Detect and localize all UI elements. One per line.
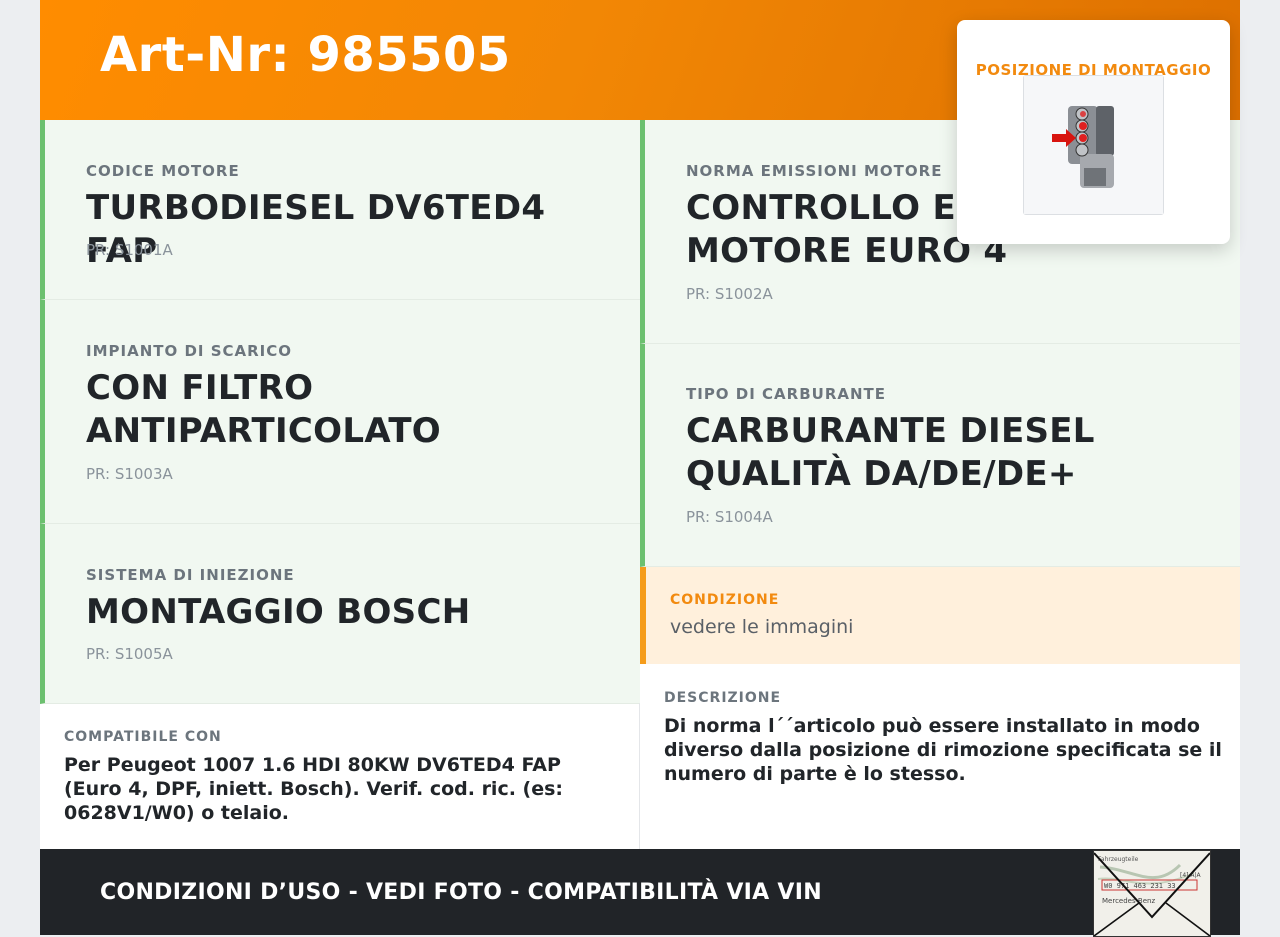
spec-value: TURBODIESEL DV6TED4 FAP	[86, 188, 546, 271]
spec-label: SISTEMA DI INIEZIONE	[86, 566, 295, 584]
spec-engine-code: CODICE MOTORE TURBODIESEL DV6TED4 FAP PR…	[40, 120, 640, 300]
spec-injection: SISTEMA DI INIEZIONE MONTAGGIO BOSCH PR:…	[40, 524, 640, 704]
description-text: Di norma l´´articolo può essere installa…	[664, 715, 1222, 785]
spec-pr-code: PR: S1002A	[686, 285, 773, 303]
section-divider	[639, 703, 640, 849]
spec-pr-code: PR: S1005A	[86, 645, 173, 663]
spec-exhaust: IMPIANTO DI SCARICO CON FILTRO ANTIPARTI…	[40, 300, 640, 524]
spec-value: CON FILTRO ANTIPARTICOLATO	[86, 368, 442, 451]
article-number: Art-Nr: 985505	[100, 27, 511, 83]
spec-pr-code: PR: S1001A	[86, 241, 173, 259]
footer-bar: CONDIZIONI D’USO - VEDI FOTO - COMPATIBI…	[40, 849, 1240, 937]
condition-value: vedere le immagini	[670, 616, 854, 638]
product-sheet: Art-Nr: 985505 CODICE MOTORE TURBODIESEL…	[40, 0, 1240, 937]
footer-text: CONDIZIONI D’USO - VEDI FOTO - COMPATIBI…	[100, 880, 822, 905]
spec-label: CODICE MOTORE	[86, 162, 240, 180]
spec-label: TIPO DI CARBURANTE	[686, 385, 887, 403]
spec-pr-code: PR: S1004A	[686, 508, 773, 526]
envelope-label-image[interactable]: Fahrzeugteile W0 971 463 231 33 [4] A|A …	[1093, 850, 1211, 937]
spec-fuel: TIPO DI CARBURANTE CARBURANTE DIESEL QUA…	[640, 344, 1240, 567]
engine-position-image[interactable]	[1023, 75, 1164, 215]
svg-text:Fahrzeugteile: Fahrzeugteile	[1098, 856, 1139, 863]
compatible-label: COMPATIBILE CON	[64, 729, 222, 745]
condition-label: CONDIZIONE	[670, 592, 780, 608]
description-label: DESCRIZIONE	[664, 690, 782, 706]
spec-label: NORMA EMISSIONI MOTORE	[686, 162, 943, 180]
svg-text:W0 971 463 231 33: W0 971 463 231 33	[1104, 882, 1176, 890]
spec-pr-code: PR: S1003A	[86, 465, 173, 483]
spec-label: IMPIANTO DI SCARICO	[86, 342, 293, 360]
spec-value: CARBURANTE DIESEL QUALITÀ DA/DE/DE+	[686, 411, 1095, 494]
compatible-text: Per Peugeot 1007 1.6 HDI 80KW DV6TED4 FA…	[64, 754, 564, 824]
spec-value: MONTAGGIO BOSCH	[86, 592, 471, 632]
mounting-position-card[interactable]: POSIZIONE DI MONTAGGIO	[957, 20, 1230, 244]
svg-text:Mercedes-Benz: Mercedes-Benz	[1102, 897, 1155, 905]
condition-box: CONDIZIONE vedere le immagini	[640, 567, 1240, 664]
